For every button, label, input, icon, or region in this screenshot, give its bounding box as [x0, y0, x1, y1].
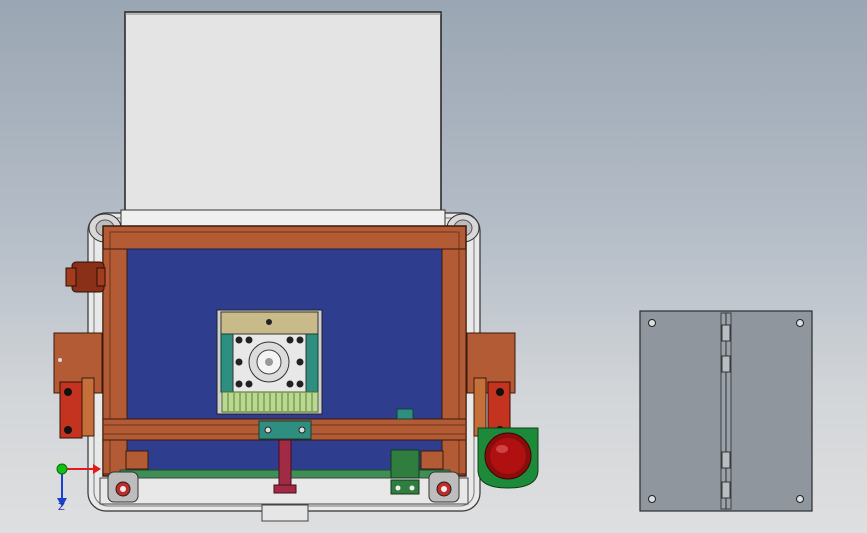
motor-assembly[interactable]: [216, 309, 323, 415]
hopper-base-lip: [120, 209, 446, 227]
sensor-top-cap: [396, 408, 414, 420]
motor-left-side: [220, 333, 234, 393]
plate-hinge-knuckle-2: [721, 355, 731, 373]
hopper-body[interactable]: [124, 11, 442, 221]
bracket-bottom-right: [420, 450, 444, 470]
plate-hinge-knuckle-1: [721, 324, 731, 342]
plate-hinge-knuckle-3: [721, 451, 731, 469]
hinge-right[interactable]: [466, 332, 516, 439]
machine-assembly[interactable]: [53, 11, 539, 522]
triad-z-label: Z: [58, 502, 65, 513]
cad-viewport[interactable]: Z: [0, 0, 867, 533]
wheel-bottom-left: [107, 471, 139, 503]
emergency-stop-knob[interactable]: [477, 427, 539, 489]
motor-shaft-center: [265, 358, 273, 366]
cad-model-canvas[interactable]: [0, 0, 867, 533]
bottom-handle[interactable]: [261, 504, 309, 522]
side-valve[interactable]: [65, 261, 106, 293]
triad-y-axis: [56, 463, 68, 475]
piston-rod[interactable]: [278, 439, 292, 487]
piston-foot: [273, 484, 297, 494]
steel-plate-part[interactable]: [639, 310, 813, 512]
plate-hinge-knuckle-4: [721, 481, 731, 499]
motor-right-side: [305, 333, 319, 393]
bracket-bottom-left: [125, 450, 149, 470]
wheel-bottom-right: [428, 471, 460, 503]
sensor-mount: [390, 479, 420, 495]
sensor-block[interactable]: [390, 449, 420, 479]
